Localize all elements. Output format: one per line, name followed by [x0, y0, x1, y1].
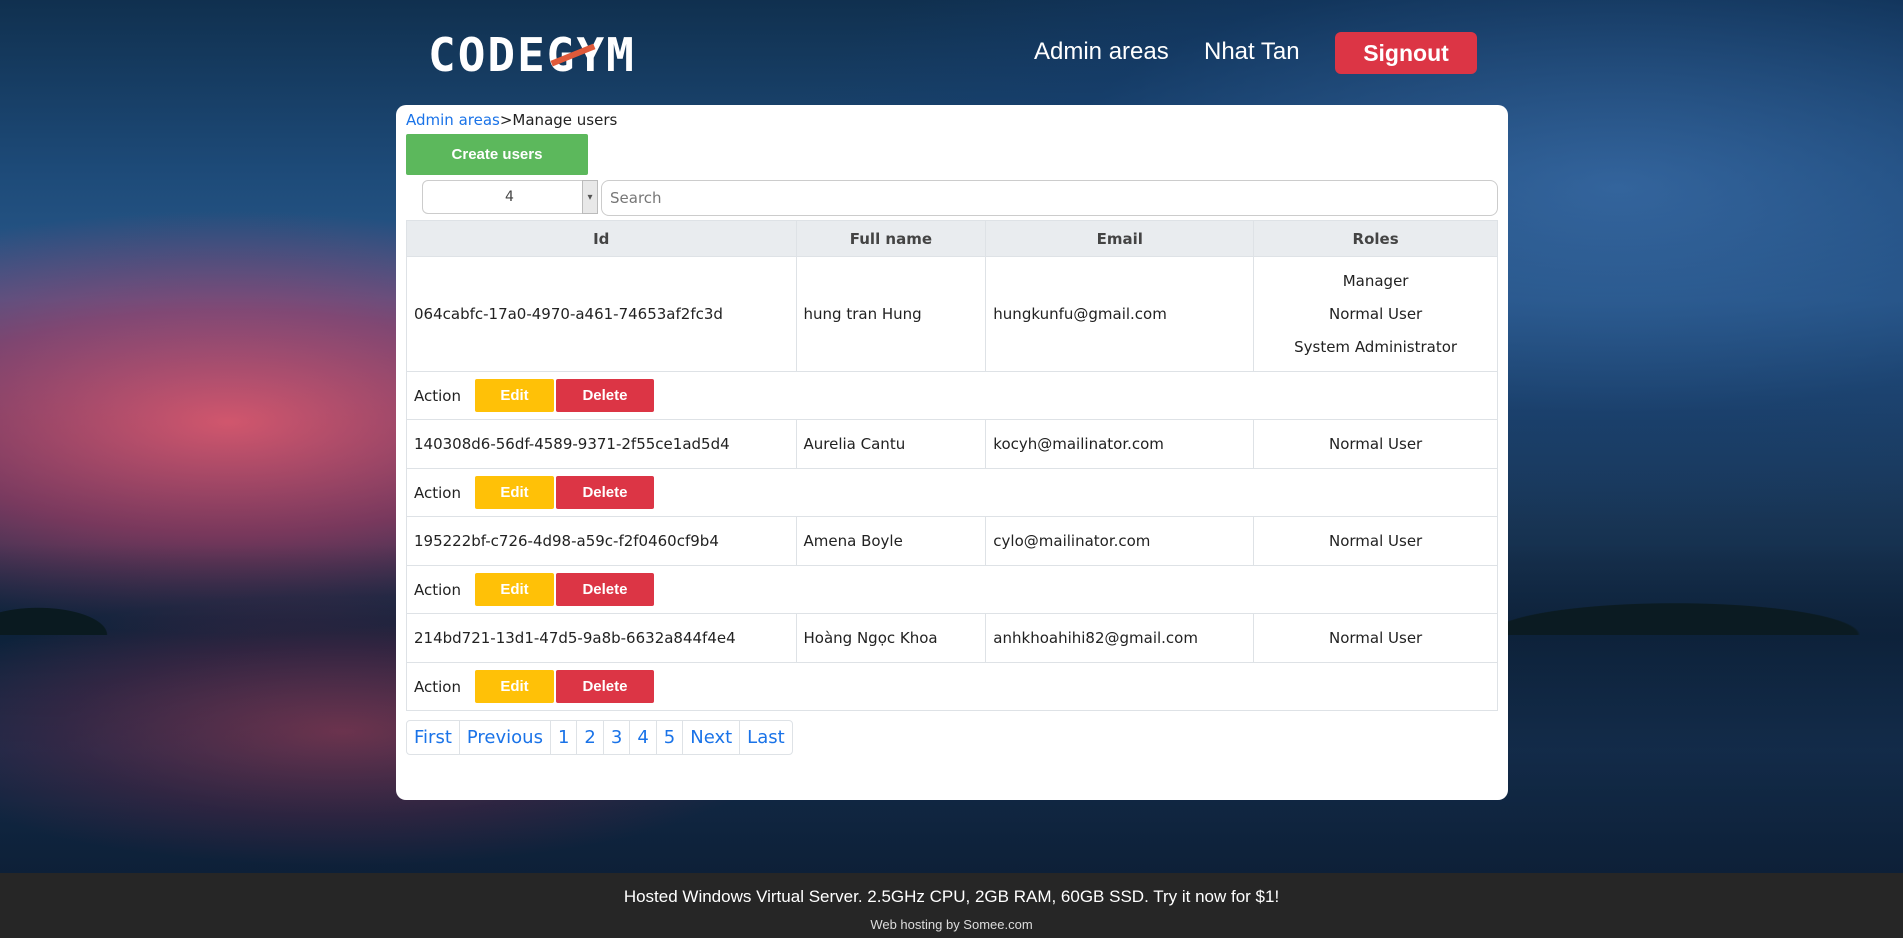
cell-id: 195222bf-c726-4d98-a59c-f2f0460cf9b4 — [406, 516, 797, 566]
table-row: 195222bf-c726-4d98-a59c-f2f0460cf9b4 Ame… — [406, 516, 1498, 566]
users-table: Id Full name Email Roles 064cabfc-17a0-4… — [406, 220, 1498, 711]
cell-roles: Manager Normal User System Administrator — [1253, 256, 1498, 372]
delete-button[interactable]: Delete — [555, 573, 654, 606]
page-2[interactable]: 2 — [576, 721, 602, 754]
header: CODEGYM Admin areas Nhat Tan Signout — [0, 0, 1903, 100]
page-next[interactable]: Next — [682, 721, 739, 754]
cell-roles: Normal User — [1253, 419, 1498, 469]
breadcrumb: Admin areas>Manage users — [406, 111, 617, 129]
action-label: Action — [414, 483, 461, 502]
action-cell: Action Edit Delete — [406, 565, 1498, 614]
cell-full-name: Aurelia Cantu — [795, 419, 987, 469]
footer: Hosted Windows Virtual Server. 2.5GHz CP… — [0, 873, 1903, 938]
page-first[interactable]: First — [407, 721, 459, 754]
role-label: Normal User — [1328, 304, 1423, 323]
column-header-email[interactable]: Email — [985, 220, 1255, 257]
breadcrumb-separator: > — [499, 111, 513, 129]
cell-id: 140308d6-56df-4589-9371-2f55ce1ad5d4 — [406, 419, 797, 469]
table-row: 140308d6-56df-4589-9371-2f55ce1ad5d4 Aur… — [406, 419, 1498, 469]
role-label: Manager — [1342, 271, 1409, 290]
page-last[interactable]: Last — [739, 721, 792, 754]
action-label: Action — [414, 677, 461, 696]
action-row: Action Edit Delete — [406, 662, 1498, 711]
cell-roles: Normal User — [1253, 516, 1498, 566]
signout-button[interactable]: Signout — [1335, 32, 1477, 74]
role-label: System Administrator — [1294, 337, 1458, 356]
cell-email: cylo@mailinator.com — [985, 516, 1255, 566]
cell-id: 214bd721-13d1-47d5-9a8b-6632a844f4e4 — [406, 613, 797, 663]
delete-button[interactable]: Delete — [555, 670, 654, 703]
edit-button[interactable]: Edit — [474, 670, 554, 703]
delete-button[interactable]: Delete — [555, 476, 654, 509]
action-cell: Action Edit Delete — [406, 371, 1498, 420]
role-label: Normal User — [1328, 629, 1423, 647]
table-row: 214bd721-13d1-47d5-9a8b-6632a844f4e4 Hoà… — [406, 613, 1498, 663]
role-label: Normal User — [1328, 435, 1423, 453]
cell-full-name: Hoàng Ngọc Khoa — [795, 613, 987, 663]
action-cell: Action Edit Delete — [406, 468, 1498, 517]
main-panel: Admin areas>Manage users Create users 4 … — [396, 105, 1508, 800]
breadcrumb-admin-areas[interactable]: Admin areas — [406, 111, 500, 129]
page-3[interactable]: 3 — [602, 721, 629, 754]
nav-admin-areas[interactable]: Admin areas — [1034, 38, 1169, 66]
footer-hosting-ad[interactable]: Hosted Windows Virtual Server. 2.5GHz CP… — [0, 887, 1903, 907]
action-label: Action — [414, 386, 461, 405]
breadcrumb-current: Manage users — [512, 111, 618, 129]
action-label: Action — [414, 580, 461, 599]
edit-button[interactable]: Edit — [474, 379, 554, 412]
action-row: Action Edit Delete — [406, 565, 1498, 614]
page-previous[interactable]: Previous — [458, 721, 550, 754]
edit-button[interactable]: Edit — [474, 573, 554, 606]
cell-full-name: hung tran Hung — [795, 256, 987, 372]
role-label: Normal User — [1328, 532, 1423, 550]
column-header-id[interactable]: Id — [406, 220, 797, 257]
edit-button[interactable]: Edit — [474, 476, 554, 509]
cell-roles: Normal User — [1253, 613, 1498, 663]
action-cell: Action Edit Delete — [406, 662, 1498, 711]
cell-email: hungkunfu@gmail.com — [985, 256, 1255, 372]
table-row: 064cabfc-17a0-4970-a461-74653af2fc3d hun… — [406, 256, 1498, 372]
delete-button[interactable]: Delete — [555, 379, 654, 412]
action-row: Action Edit Delete — [406, 468, 1498, 517]
action-row: Action Edit Delete — [406, 371, 1498, 420]
logo[interactable]: CODEGYM — [428, 30, 636, 80]
page-4[interactable]: 4 — [629, 721, 655, 754]
footer-hosting-credit[interactable]: Web hosting by Somee.com — [0, 917, 1903, 932]
logo-text: CODEGYM — [428, 28, 636, 82]
table-header-row: Id Full name Email Roles — [406, 220, 1498, 257]
page-size-select[interactable]: 4 — [422, 180, 597, 214]
column-header-full-name[interactable]: Full name — [795, 220, 987, 257]
page-5[interactable]: 5 — [655, 721, 682, 754]
cell-email: kocyh@mailinator.com — [985, 419, 1255, 469]
column-header-roles[interactable]: Roles — [1253, 220, 1498, 257]
pagination: First Previous 1 2 3 4 5 Next Last — [406, 720, 793, 755]
chevron-down-icon[interactable]: ▾ — [582, 180, 598, 214]
nav-user-name[interactable]: Nhat Tan — [1204, 38, 1300, 66]
page-size-value: 4 — [505, 189, 514, 205]
cell-email: anhkhoahihi82@gmail.com — [985, 613, 1255, 663]
page-1[interactable]: 1 — [549, 721, 576, 754]
cell-id: 064cabfc-17a0-4970-a461-74653af2fc3d — [406, 256, 797, 372]
cell-full-name: Amena Boyle — [795, 516, 987, 566]
search-input[interactable] — [601, 180, 1498, 216]
create-users-button[interactable]: Create users — [406, 134, 588, 175]
